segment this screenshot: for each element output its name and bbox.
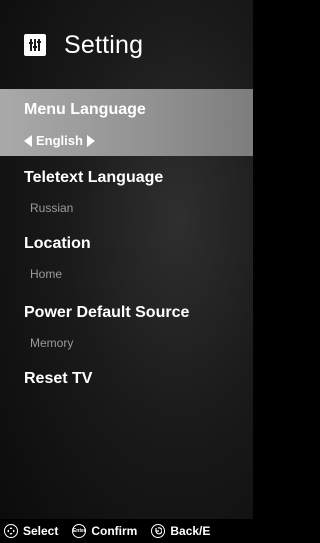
confirm-label: Confirm xyxy=(91,524,138,538)
tv-settings-screen: Setting Menu Language English Teletext L… xyxy=(0,0,253,543)
settings-header: Setting xyxy=(24,30,143,60)
select-hint: Select xyxy=(4,524,58,538)
menu-item-value: Home xyxy=(30,267,63,281)
confirm-hint: Enter Confirm xyxy=(72,524,137,538)
menu-item-reset-tv[interactable]: Reset TV xyxy=(0,358,253,398)
page-title: Setting xyxy=(64,30,144,59)
enter-key-icon: Enter xyxy=(72,524,87,538)
menu-item-label: Teletext Language xyxy=(24,169,164,186)
settings-menu: Menu Language English Teletext Language … xyxy=(0,89,253,398)
back-label: Back/E xyxy=(170,524,211,538)
back-icon xyxy=(151,524,166,538)
key-hints-footer: Select Enter Confirm Back/E xyxy=(0,519,253,543)
language-value: English xyxy=(36,133,83,148)
arrow-right-icon[interactable] xyxy=(86,134,95,147)
menu-item-value: Russian xyxy=(30,201,74,215)
arrow-left-icon[interactable] xyxy=(24,134,32,147)
language-selector[interactable]: English xyxy=(24,133,95,148)
menu-item-location[interactable]: Location Home xyxy=(0,223,253,292)
menu-item-label: Reset TV xyxy=(24,370,93,387)
menu-item-menu-language[interactable]: Menu Language English xyxy=(0,89,253,156)
settings-sliders-icon xyxy=(24,34,46,56)
menu-item-power-default-source[interactable]: Power Default Source Memory xyxy=(0,292,253,358)
menu-item-teletext-language[interactable]: Teletext Language Russian xyxy=(0,156,253,223)
menu-item-label: Power Default Source xyxy=(24,304,190,321)
back-hint: Back/E xyxy=(151,524,210,538)
select-label: Select xyxy=(23,524,59,538)
menu-item-value: Memory xyxy=(30,336,74,350)
menu-item-label: Location xyxy=(24,235,91,252)
dpad-icon xyxy=(4,524,18,538)
menu-item-label: Menu Language xyxy=(24,101,146,118)
